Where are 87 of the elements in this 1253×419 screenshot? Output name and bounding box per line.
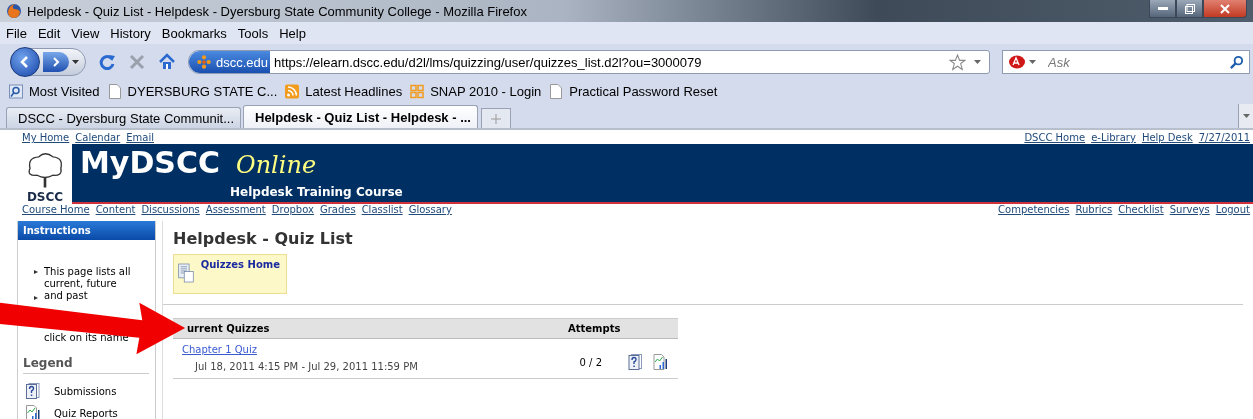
top-link[interactable]: DSCC Home xyxy=(1024,132,1086,143)
page-icon xyxy=(107,84,122,99)
forward-button[interactable] xyxy=(43,52,69,72)
college-logo: DSCC xyxy=(18,144,72,204)
instruction-text: This page lists all current, future and past xyxy=(44,266,132,302)
menu-item[interactable]: Bookmarks xyxy=(161,25,227,41)
minimize-icon xyxy=(1157,6,1168,11)
search-icon[interactable] xyxy=(1229,54,1244,70)
reload-icon[interactable] xyxy=(98,53,116,71)
course-title: Helpdesk Training Course xyxy=(230,185,404,199)
page-title: Helpdesk - Quiz List xyxy=(173,229,354,248)
nav-link[interactable]: Surveys xyxy=(1169,204,1210,215)
tab-list-button[interactable] xyxy=(1238,104,1253,128)
feed-icon xyxy=(285,84,300,99)
nav-link[interactable]: Assessment xyxy=(205,204,266,215)
close-icon xyxy=(1220,3,1230,14)
minimize-button[interactable] xyxy=(1149,0,1176,18)
instruction-text: click on its name xyxy=(44,332,130,344)
legend-label: Submissions xyxy=(54,385,117,397)
question-document-icon xyxy=(26,383,40,399)
legend-heading: Legend xyxy=(23,356,149,374)
window-title: Helpdesk - Quiz List - Helpdesk - Dyersburg State Community College - Mozilla Firefox xyxy=(27,3,528,19)
engine-logo-icon[interactable] xyxy=(1008,55,1026,69)
top-link[interactable]: Calendar xyxy=(75,132,121,143)
nav-link[interactable]: Content xyxy=(95,204,136,215)
menu-item[interactable]: Tools xyxy=(237,25,269,41)
nav-link[interactable]: Rubrics xyxy=(1075,204,1113,215)
column-header: Attempts xyxy=(568,323,622,334)
nav-link[interactable]: Checklist xyxy=(1118,204,1164,215)
menu-item[interactable]: Help xyxy=(279,25,306,41)
caret-icon[interactable] xyxy=(974,60,981,64)
page-icon xyxy=(549,84,564,99)
top-link[interactable]: e-Library xyxy=(1091,132,1136,143)
nav-link[interactable]: Glossary xyxy=(408,204,452,215)
back-button[interactable] xyxy=(10,47,40,77)
question-document-icon[interactable] xyxy=(628,354,643,370)
brand-title: MyDSCC xyxy=(80,144,220,182)
caret-icon xyxy=(1242,114,1250,118)
caret-icon[interactable] xyxy=(72,60,79,64)
bookmark-link[interactable]: Most Visited xyxy=(29,84,100,99)
nav-link[interactable]: Course Home xyxy=(22,204,90,215)
top-link[interactable]: Help Desk xyxy=(1141,132,1193,143)
bookmark-link[interactable]: Latest Headlines xyxy=(305,84,403,99)
column-header: urrent Quizzes xyxy=(187,323,271,334)
flower-icon xyxy=(197,55,211,69)
report-chart-icon[interactable] xyxy=(653,354,668,370)
nav-link[interactable]: Competencies xyxy=(998,204,1070,215)
top-link[interactable]: 7/27/2011 xyxy=(1198,132,1250,143)
legend-label: Quiz Reports xyxy=(54,407,118,419)
address-bar[interactable]: dscc.edu https://elearn.dscc.edu/d2l/lms/quizzing/user/quizzes_list.d2l?ou=3000079 xyxy=(188,50,990,74)
nav-link[interactable]: Classlist xyxy=(361,204,403,215)
plus-icon xyxy=(491,113,501,124)
menu-item[interactable]: File xyxy=(6,25,27,41)
nav-link[interactable]: Logout xyxy=(1215,204,1250,215)
top-link[interactable]: My Home xyxy=(22,132,70,143)
restore-icon xyxy=(1184,3,1195,14)
quiz-dates: Jul 18, 2011 4:15 PM - Jul 29, 2011 11:59 PM xyxy=(195,361,419,372)
star-icon[interactable] xyxy=(949,53,966,71)
browser-tab[interactable]: DSCC - Dyersburg State Communit... xyxy=(6,107,241,128)
bookmark-link[interactable]: SNAP 2010 - Login xyxy=(430,84,542,99)
caret-icon[interactable] xyxy=(1029,60,1036,64)
browser-logo-icon xyxy=(6,3,22,19)
right-chevron-icon xyxy=(50,56,62,68)
home-icon[interactable] xyxy=(158,53,176,71)
menu-item[interactable]: Edit xyxy=(37,25,61,41)
quiz-link[interactable]: Chapter 1 Quiz xyxy=(182,344,257,355)
tab-title: Helpdesk - Quiz List - Helpdesk - ... xyxy=(255,109,471,125)
grid-icon xyxy=(410,84,425,99)
attempts-count: 0 / 2 xyxy=(579,356,602,368)
menu-item[interactable]: View xyxy=(71,25,100,41)
restore-button[interactable] xyxy=(1176,0,1203,18)
quizzes-home-button[interactable]: Quizzes Home xyxy=(173,254,287,294)
tab-title: DSCC - Dyersburg State Communit... xyxy=(18,110,234,126)
search-field[interactable]: Ask xyxy=(1002,50,1250,74)
menu-item[interactable]: History xyxy=(110,25,151,41)
close-button[interactable] xyxy=(1203,0,1247,18)
brand-script: Online xyxy=(235,151,317,179)
top-link[interactable]: Email xyxy=(126,132,154,143)
nav-link[interactable]: Grades xyxy=(319,204,356,215)
search-page-icon xyxy=(9,84,23,99)
browser-tab[interactable]: Helpdesk - Quiz List - Helpdesk - ... xyxy=(243,105,478,128)
bookmark-link[interactable]: DYERSBURG STATE C... xyxy=(127,84,278,99)
nav-link[interactable]: Dropbox xyxy=(271,204,314,215)
bookmark-link[interactable]: Practical Password Reset xyxy=(569,84,718,99)
panel-heading: Instructions xyxy=(18,221,155,240)
site-identity-button[interactable]: dscc.edu xyxy=(189,51,271,73)
nav-link[interactable]: Discussions xyxy=(141,204,200,215)
